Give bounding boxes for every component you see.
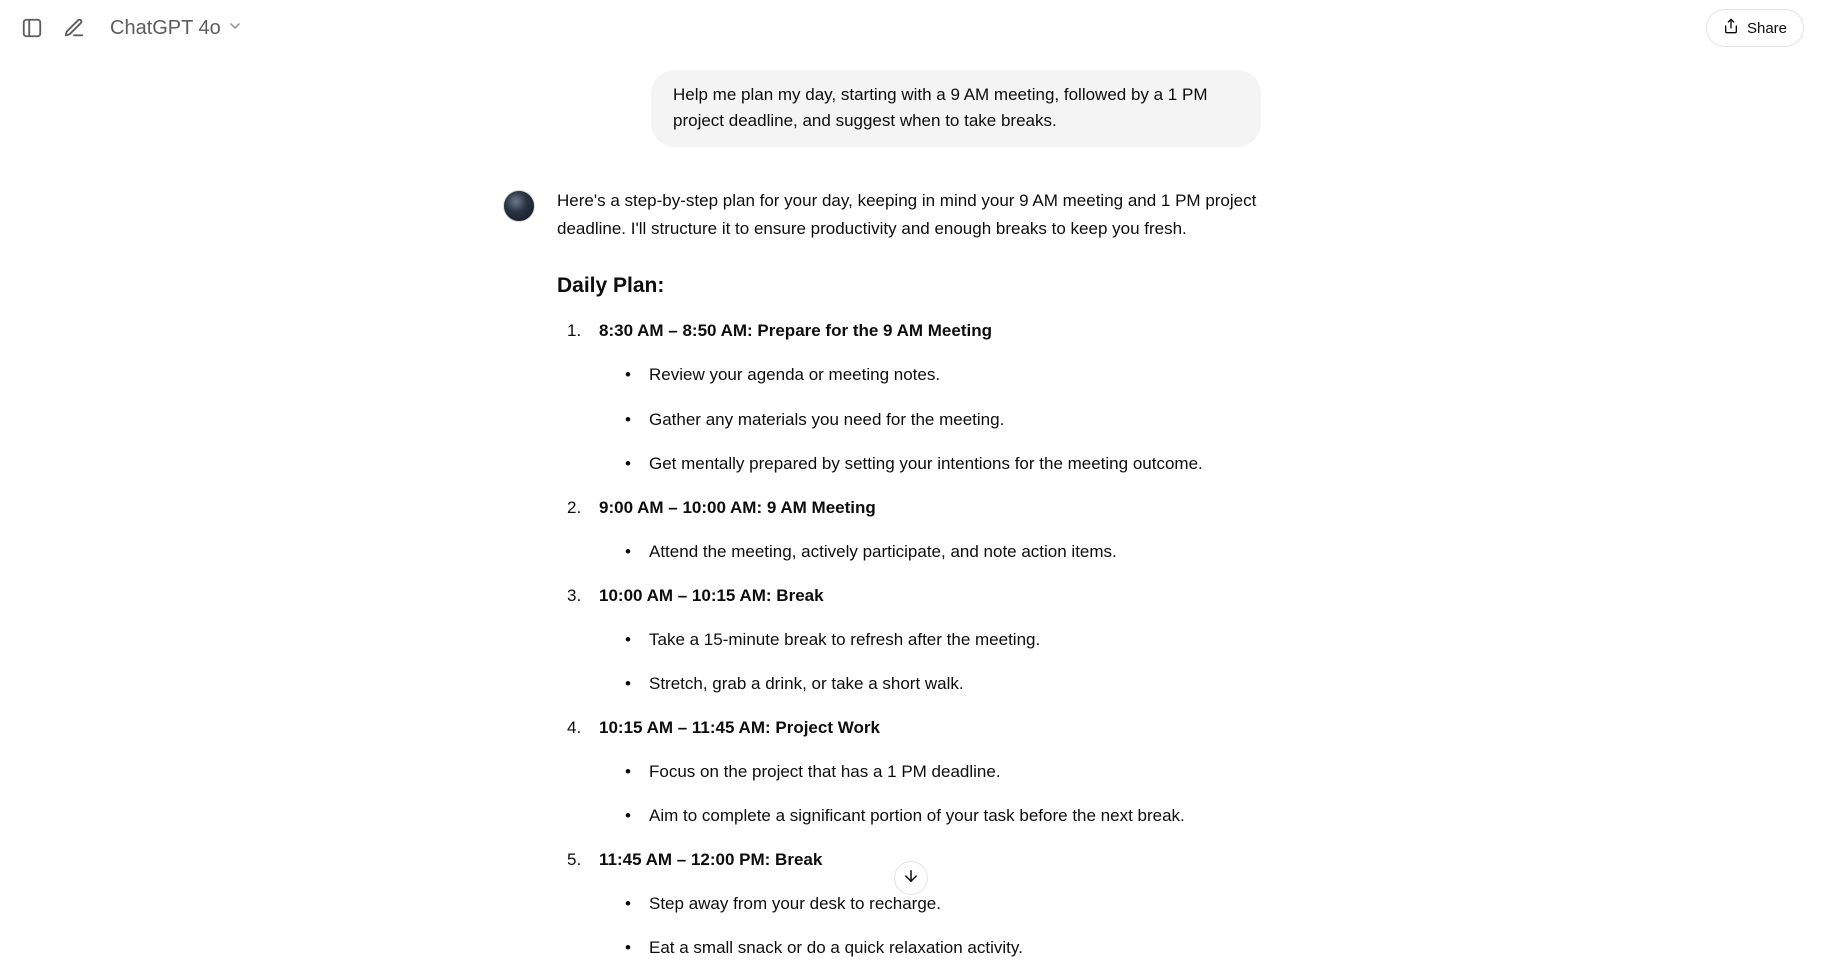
plan-sub-item: Review your agenda or meeting notes. [625, 361, 1281, 389]
conversation: Help me plan my day, starting with a 9 A… [501, 56, 1321, 978]
scroll-down-button[interactable] [894, 861, 928, 895]
assistant-message-row: Here's a step-by-step plan for your day,… [501, 187, 1321, 978]
plan-slot-title: 10:00 AM – 10:15 AM: Break [599, 586, 824, 605]
model-selector[interactable]: ChatGPT 4o [102, 13, 251, 44]
plan-sub-list: Step away from your desk to recharge. Eat… [599, 890, 1281, 962]
plan-sub-item: Gather any materials you need for the me… [625, 406, 1281, 434]
new-chat-icon[interactable] [60, 14, 88, 42]
plan-sub-item: Eat a small snack or do a quick relaxati… [625, 934, 1281, 962]
plan-sub-item: Get mentally prepared by setting your in… [625, 450, 1281, 478]
chevron-down-icon [227, 17, 243, 40]
plan-heading: Daily Plan: [557, 269, 1281, 304]
app-header: ChatGPT 4o Share [0, 0, 1822, 56]
plan-slot: 10:00 AM – 10:15 AM: Break Take a 15-minu… [567, 582, 1281, 698]
plan-slot-title: 10:15 AM – 11:45 AM: Project Work [599, 718, 880, 737]
assistant-avatar [503, 190, 535, 222]
header-left: ChatGPT 4o [18, 13, 251, 44]
plan-sub-item: Attend the meeting, actively participate… [625, 538, 1281, 566]
sidebar-toggle-icon[interactable] [18, 14, 46, 42]
plan-slot-title: 11:45 AM – 12:00 PM: Break [599, 850, 822, 869]
plan-slot: 10:15 AM – 11:45 AM: Project Work Focus o… [567, 714, 1281, 830]
plan-slot: 9:00 AM – 10:00 AM: 9 AM Meeting Attend t… [567, 494, 1281, 566]
model-name: ChatGPT 4o [110, 17, 221, 40]
plan-sub-list: Take a 15-minute break to refresh after … [599, 626, 1281, 698]
user-message-row: Help me plan my day, starting with a 9 A… [501, 70, 1321, 147]
plan-sub-item: Stretch, grab a drink, or take a short w… [625, 670, 1281, 698]
plan-slot-title: 9:00 AM – 10:00 AM: 9 AM Meeting [599, 498, 876, 517]
plan-slot-title: 8:30 AM – 8:50 AM: Prepare for the 9 AM … [599, 321, 992, 340]
plan-sub-list: Attend the meeting, actively participate… [599, 538, 1281, 566]
arrow-down-icon [902, 867, 920, 890]
assistant-intro: Here's a step-by-step plan for your day,… [557, 187, 1281, 243]
user-message: Help me plan my day, starting with a 9 A… [651, 70, 1261, 147]
plan-sub-list: Review your agenda or meeting notes. Gath… [599, 361, 1281, 477]
upload-icon [1723, 18, 1739, 38]
plan-sub-item: Take a 15-minute break to refresh after … [625, 626, 1281, 654]
plan-slot: 8:30 AM – 8:50 AM: Prepare for the 9 AM … [567, 317, 1281, 477]
assistant-message: Here's a step-by-step plan for your day,… [557, 187, 1321, 978]
plan-slot: 11:45 AM – 12:00 PM: Break Step away from… [567, 846, 1281, 962]
plan-sub-list: Focus on the project that has a 1 PM dea… [599, 758, 1281, 830]
plan-sub-item: Aim to complete a significant portion of… [625, 802, 1281, 830]
share-label: Share [1747, 20, 1787, 37]
plan-sub-item: Step away from your desk to recharge. [625, 890, 1281, 918]
share-button[interactable]: Share [1706, 9, 1804, 47]
plan-sub-item: Focus on the project that has a 1 PM dea… [625, 758, 1281, 786]
